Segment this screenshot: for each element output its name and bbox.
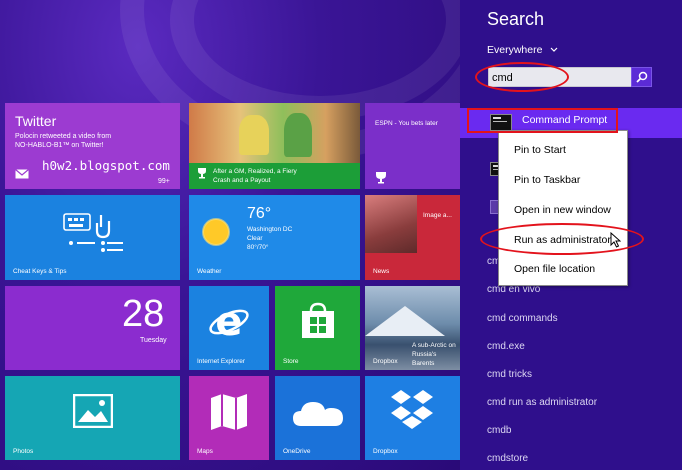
- store-tile[interactable]: Store: [275, 286, 360, 370]
- search-button[interactable]: [631, 67, 652, 87]
- maps-label: Maps: [197, 448, 213, 455]
- travel-photo-mountain: [365, 306, 445, 336]
- photos-tile[interactable]: Photos: [5, 376, 180, 460]
- annotation-box-command-prompt: [467, 108, 618, 133]
- start-screen: Twitter Polocin retweeted a video from N…: [0, 0, 460, 470]
- search-icon: [636, 71, 648, 83]
- watermark: h0w2.blogspot.com: [42, 158, 170, 173]
- travel-caption: A sub-Arctic on: [412, 342, 456, 349]
- mail-icon: [15, 169, 29, 179]
- news-photo: [365, 195, 417, 253]
- context-menu: Pin to Start Pin to Taskbar Open in new …: [498, 130, 628, 286]
- search-suggestion[interactable]: cmdstore: [487, 453, 528, 464]
- search-pane-title: Search: [487, 9, 545, 29]
- internet-explorer-icon: e: [209, 299, 249, 342]
- dropbox-tile[interactable]: Dropbox: [365, 376, 460, 460]
- search-suggestion[interactable]: cmd.exe: [487, 341, 525, 352]
- cheat-keys-label: Cheat Keys & Tips: [13, 268, 67, 275]
- search-suggestion[interactable]: cmd commands: [487, 313, 558, 324]
- twitter-tile-title: Twitter: [15, 113, 57, 129]
- keyboard-icon: [63, 213, 123, 252]
- menu-item-open-file-location[interactable]: Open file location: [514, 263, 595, 275]
- twitter-tile[interactable]: Twitter Polocin retweeted a video from N…: [5, 103, 180, 189]
- photos-label: Photos: [13, 448, 34, 455]
- cheat-keys-tile[interactable]: Cheat Keys & Tips: [5, 195, 180, 280]
- dropbox-icon: [391, 390, 433, 429]
- money-headline: After a GM, Realized, a Fiery: [213, 168, 297, 175]
- annotation-ring-search: [475, 62, 569, 92]
- menu-item-open-in-new-window[interactable]: Open in new window: [514, 204, 611, 216]
- travel-label: Dropbox: [373, 358, 398, 365]
- money-photo-person: [239, 115, 269, 155]
- money-photo-person: [284, 113, 312, 157]
- money-tile[interactable]: After a GM, Realized, a Fiery Crash and …: [189, 103, 360, 189]
- maps-tile[interactable]: Maps: [189, 376, 269, 460]
- travel-tile[interactable]: A sub-Arctic on Russia's Barents Dropbox: [365, 286, 460, 370]
- twitter-tile-count: 99+: [158, 178, 170, 185]
- weather-condition: Clear: [247, 235, 263, 242]
- search-scope-label: Everywhere: [487, 44, 543, 56]
- onedrive-tile[interactable]: OneDrive: [275, 376, 360, 460]
- weather-label: Weather: [197, 268, 222, 275]
- calendar-day-name: Tuesday: [140, 337, 167, 344]
- dropbox-label: Dropbox: [373, 448, 398, 455]
- travel-caption: Russia's Barents: [412, 351, 437, 367]
- internet-explorer-label: Internet Explorer: [197, 358, 246, 365]
- search-suggestion[interactable]: cmdb: [487, 425, 511, 436]
- calendar-day-number: 28: [122, 293, 165, 335]
- menu-item-pin-to-start[interactable]: Pin to Start: [514, 144, 566, 156]
- weather-city: Washington DC: [247, 226, 293, 233]
- search-suggestion[interactable]: cmd tricks: [487, 369, 532, 380]
- sun-icon: [202, 218, 230, 246]
- money-photo: [189, 103, 360, 163]
- store-label: Store: [283, 358, 299, 365]
- sports-headline: ESPN - You bets later: [375, 120, 438, 127]
- weather-temp: 76°: [247, 205, 272, 222]
- twitter-tile-line: NO-HABLO-B1™ on Twitter!: [15, 142, 104, 149]
- sports-tile[interactable]: ESPN - You bets later: [365, 103, 460, 189]
- twitter-tile-line: Polocin retweeted a video from: [15, 133, 112, 140]
- annotation-ring-run-as-admin: [480, 223, 644, 255]
- internet-explorer-tile[interactable]: e Internet Explorer: [189, 286, 269, 370]
- weather-range: 80°/70°: [247, 244, 269, 251]
- store-icon: [302, 302, 334, 338]
- money-headline: Crash and a Payout: [213, 177, 271, 184]
- news-label: News: [373, 268, 390, 275]
- trophy-icon: [198, 168, 206, 179]
- search-scope-dropdown[interactable]: Everywhere: [487, 44, 558, 56]
- search-suggestion[interactable]: cmd run as administrator: [487, 397, 597, 408]
- news-headline: Image a...: [423, 212, 452, 219]
- cloud-icon: [293, 402, 343, 426]
- calendar-tile[interactable]: 28 Tuesday: [5, 286, 180, 370]
- maps-icon: [211, 394, 247, 430]
- onedrive-label: OneDrive: [283, 448, 311, 455]
- weather-tile[interactable]: 76° Washington DC Clear 80°/70° Weather: [189, 195, 360, 280]
- news-tile[interactable]: Image a... News: [365, 195, 460, 280]
- photos-icon: [73, 394, 113, 428]
- svg-text:e: e: [215, 299, 242, 342]
- trophy-icon: [376, 172, 386, 184]
- menu-item-pin-to-taskbar[interactable]: Pin to Taskbar: [514, 174, 580, 186]
- chevron-down-icon: [550, 47, 558, 53]
